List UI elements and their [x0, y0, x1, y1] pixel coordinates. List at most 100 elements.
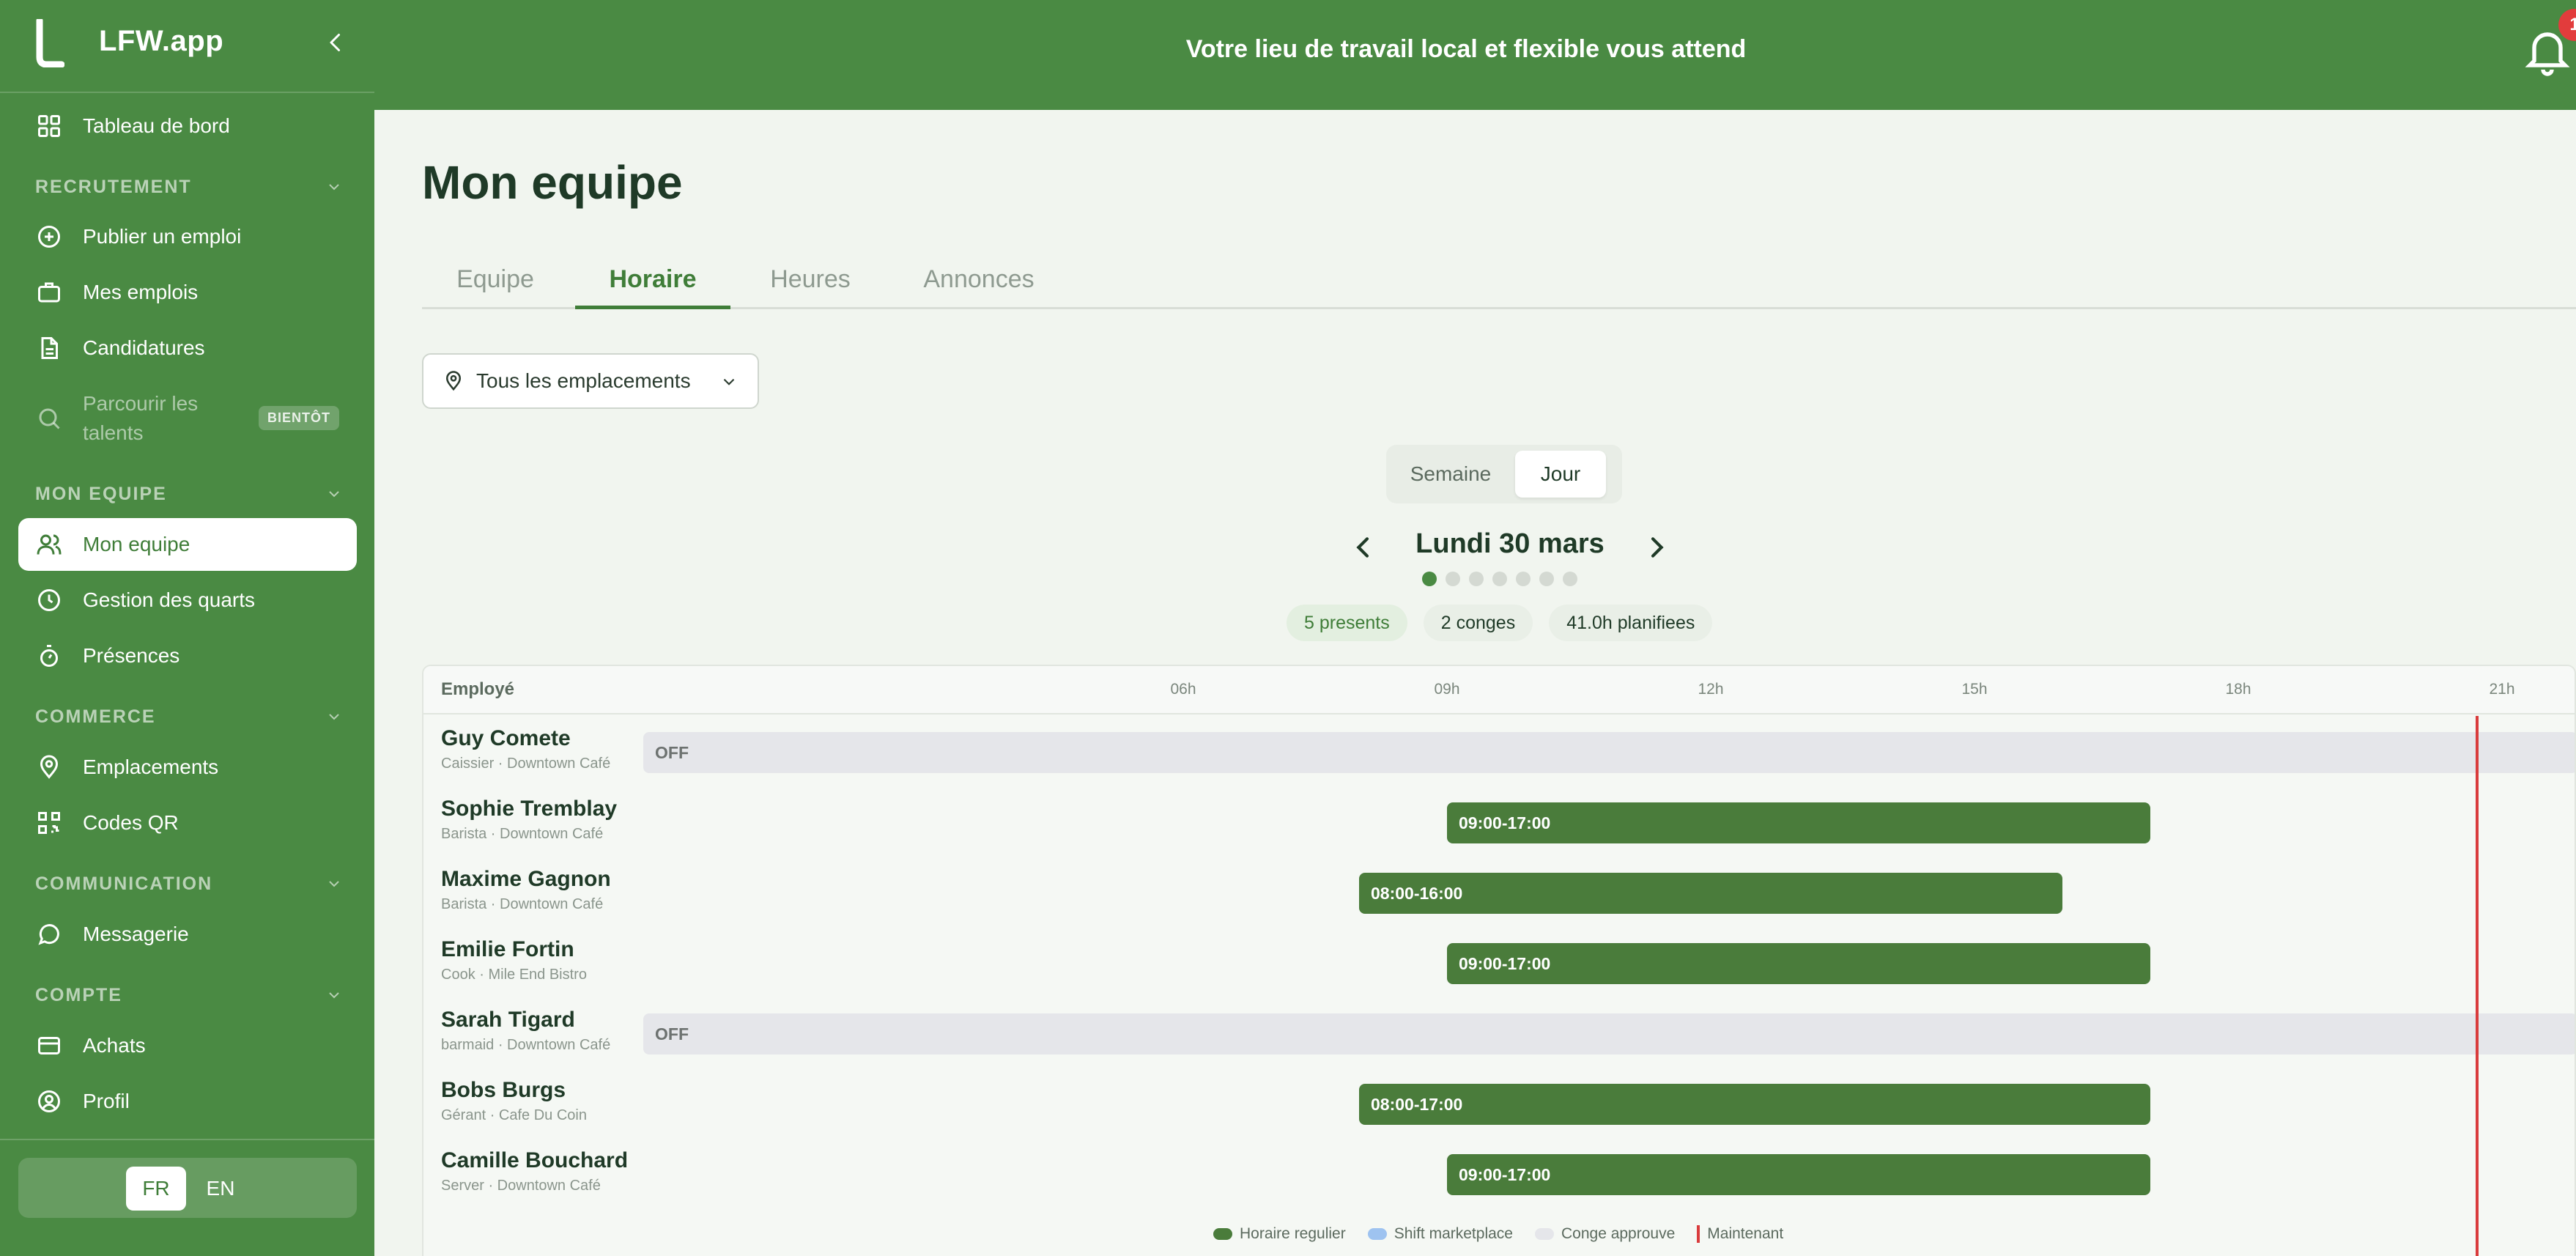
- current-date: Lundi 30 mars: [1415, 528, 1605, 559]
- search-icon: [39, 408, 60, 429]
- section-label: COMPTE: [35, 984, 122, 1005]
- week-view-button[interactable]: Semaine: [1392, 451, 1509, 498]
- tab-bar: Equipe Horaire Heures Annonces: [422, 249, 2576, 309]
- language-en-button[interactable]: EN: [190, 1167, 251, 1211]
- user-circle-icon: [38, 1090, 60, 1112]
- sidebar-item-label: Tableau de bord: [83, 114, 230, 137]
- legend-swatch: [1697, 1225, 1700, 1243]
- chevron-down-icon: [329, 491, 339, 498]
- employee-name: Guy Comete: [441, 726, 571, 750]
- sidebar-item-shift-management[interactable]: Gestion des quarts: [18, 574, 357, 627]
- sidebar-item-attendance[interactable]: Présences: [18, 629, 357, 682]
- off-day-bar[interactable]: OFF: [643, 1013, 2575, 1054]
- day-view-button[interactable]: Jour: [1515, 451, 1606, 498]
- day-dot[interactable]: [1422, 572, 1437, 586]
- schedule-row: Guy Comete Caissier · Downtown Café OFF: [423, 717, 2575, 788]
- current-time-line: [2476, 716, 2479, 1256]
- sidebar-item-label: Emplacements: [83, 756, 219, 778]
- schedule-row: Sarah Tigard barmaid · Downtown Café OFF: [423, 999, 2575, 1069]
- section-recruitment[interactable]: RECRUTEMENT: [35, 172, 343, 202]
- chevron-down-icon: [723, 378, 735, 385]
- legend-now: Maintenant: [1697, 1225, 1783, 1243]
- sidebar-item-label: Candidatures: [83, 336, 205, 359]
- app-logo-icon: [36, 19, 64, 67]
- schedule-stats: 5 presents 2 conges 41.0h planifiees: [1287, 605, 1713, 641]
- hour-label: 21h: [2489, 681, 2515, 698]
- tab-hours[interactable]: Heures: [737, 249, 884, 309]
- day-dots: [1422, 572, 1577, 589]
- map-pin-icon: [445, 371, 462, 391]
- main-content: Mon equipe Equipe Horaire Heures Annonce…: [374, 110, 2576, 1256]
- collapse-sidebar-icon[interactable]: [322, 29, 349, 56]
- day-dot[interactable]: [1469, 572, 1484, 586]
- grid-icon: [38, 115, 60, 137]
- sidebar-item-my-jobs[interactable]: Mes emplois: [18, 266, 357, 319]
- language-fr-button[interactable]: FR: [126, 1167, 186, 1211]
- day-dot[interactable]: [1563, 572, 1577, 586]
- next-day-icon[interactable]: [1642, 533, 1671, 562]
- tab-team[interactable]: Equipe: [422, 249, 569, 309]
- section-account[interactable]: COMPTE: [35, 980, 343, 1010]
- day-dot[interactable]: [1539, 572, 1554, 586]
- employee-role-location: barmaid · Downtown Café: [441, 1037, 611, 1053]
- section-team[interactable]: MON EQUIPE: [35, 479, 343, 509]
- sidebar-item-label: Profil: [83, 1090, 130, 1112]
- sidebar: LFW.app Tableau de bord RECRUTEMENT Publ…: [0, 0, 374, 1256]
- tagline: Votre lieu de travail local et flexible …: [1185, 35, 1747, 63]
- shift-bar[interactable]: 08:00-17:00: [1359, 1084, 2150, 1125]
- employee-role-location: Barista · Downtown Café: [441, 826, 604, 842]
- employee-name: Sophie Tremblay: [441, 797, 618, 821]
- schedule-row: Camille Bouchard Server · Downtown Café 09…: [423, 1139, 2575, 1210]
- sidebar-item-my-team[interactable]: Mon equipe: [18, 518, 357, 571]
- hour-label: 12h: [1698, 681, 1724, 698]
- employee-role-location: Server · Downtown Café: [441, 1178, 601, 1194]
- document-icon: [41, 337, 58, 359]
- active-tab-indicator: [575, 306, 730, 309]
- sidebar-item-qr-codes[interactable]: Codes QR: [18, 797, 357, 849]
- legend-marketplace: Shift marketplace: [1367, 1225, 1513, 1243]
- clock-icon: [38, 589, 60, 611]
- employee-role-location: Gérant · Cafe Du Coin: [441, 1107, 587, 1123]
- legend-regular: Horaire regulier: [1213, 1225, 1346, 1243]
- sidebar-item-applications[interactable]: Candidatures: [18, 322, 357, 374]
- section-label: COMMUNICATION: [35, 873, 213, 894]
- chevron-down-icon: [329, 992, 339, 999]
- employee-name: Bobs Burgs: [441, 1078, 566, 1102]
- sidebar-item-locations[interactable]: Emplacements: [18, 741, 357, 794]
- shift-bar[interactable]: 09:00-17:00: [1447, 802, 2150, 843]
- sidebar-item-label: Codes QR: [83, 811, 179, 834]
- day-dot[interactable]: [1492, 572, 1507, 586]
- sidebar-item-label: Messagerie: [83, 923, 189, 945]
- section-commerce[interactable]: COMMERCE: [35, 702, 343, 731]
- present-count-pill: 5 presents: [1287, 605, 1407, 641]
- location-filter-select[interactable]: Tous les emplacements: [422, 353, 759, 409]
- tab-announcements[interactable]: Annonces: [891, 249, 1067, 309]
- credit-card-icon: [38, 1037, 60, 1054]
- tab-schedule[interactable]: Horaire: [575, 249, 730, 309]
- employee-name: Camille Bouchard: [441, 1148, 629, 1172]
- message-bubble-icon: [38, 924, 59, 945]
- shift-bar[interactable]: 09:00-17:00: [1447, 943, 2150, 984]
- shift-bar[interactable]: 08:00-16:00: [1359, 873, 2062, 914]
- app-name: LFW.app: [99, 25, 224, 57]
- shift-bar[interactable]: 09:00-17:00: [1447, 1154, 2150, 1195]
- sidebar-item-label: Gestion des quarts: [83, 588, 256, 611]
- schedule-row: Emilie Fortin Cook · Mile End Bistro 09:00…: [423, 928, 2575, 999]
- sidebar-item-profile[interactable]: Profil: [18, 1075, 357, 1128]
- plus-circle-icon: [38, 226, 60, 248]
- day-dot[interactable]: [1516, 572, 1531, 586]
- off-day-bar[interactable]: OFF: [643, 732, 2575, 773]
- day-dot[interactable]: [1446, 572, 1460, 586]
- sidebar-item-messaging[interactable]: Messagerie: [18, 908, 357, 961]
- chevron-down-icon: [329, 714, 339, 720]
- schedule-row: Maxime Gagnon Barista · Downtown Café 08:0…: [423, 858, 2575, 928]
- section-communication[interactable]: COMMUNICATION: [35, 869, 343, 898]
- sidebar-item-post-job[interactable]: Publier un emploi: [18, 210, 357, 263]
- employee-name: Maxime Gagnon: [441, 867, 611, 891]
- sidebar-item-browse-talents: Parcourir les talents BIENTÔT: [18, 385, 357, 451]
- hour-label: 06h: [1170, 681, 1196, 698]
- sidebar-item-dashboard[interactable]: Tableau de bord: [18, 100, 357, 152]
- sidebar-item-purchases[interactable]: Achats: [18, 1019, 357, 1072]
- top-bar: Votre lieu de travail local et flexible …: [374, 0, 2576, 110]
- sidebar-item-label: Présences: [83, 644, 180, 667]
